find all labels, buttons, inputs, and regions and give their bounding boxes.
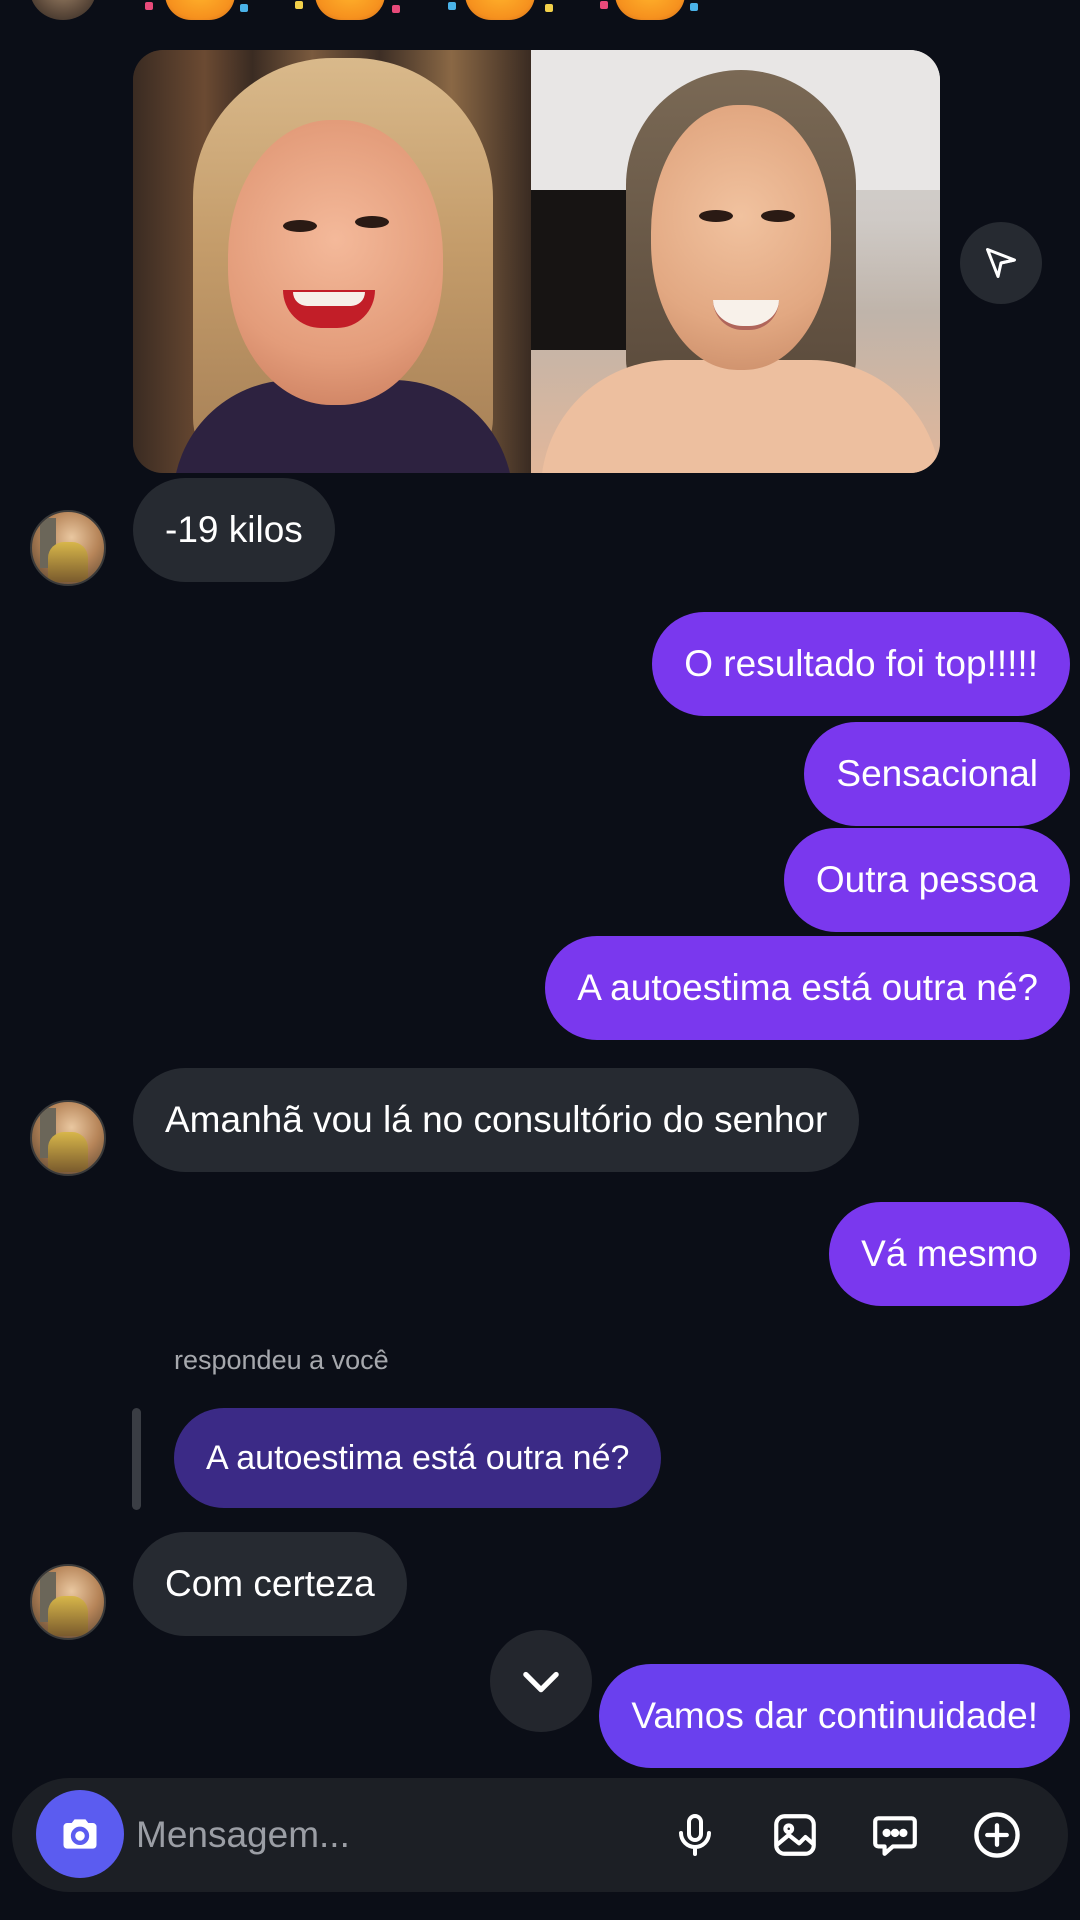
after-photo [531, 50, 940, 473]
gallery-button[interactable] [760, 1800, 830, 1870]
share-button[interactable] [960, 222, 1042, 304]
outgoing-message: Vamos dar continuidade! [599, 1664, 1070, 1768]
confetti [545, 4, 553, 12]
outgoing-message: A autoestima está outra né? [545, 936, 1070, 1040]
camera-icon [63, 1819, 97, 1849]
reply-quote-bar [132, 1408, 141, 1510]
outgoing-message: O resultado foi top!!!!! [652, 612, 1070, 716]
gallery-icon [774, 1814, 816, 1856]
chevron-down-icon [523, 1671, 559, 1693]
confetti [690, 3, 698, 11]
emoji [315, 0, 385, 20]
scroll-to-bottom-button[interactable] [490, 1630, 592, 1732]
incoming-message: -19 kilos [133, 478, 335, 582]
camera-button[interactable] [36, 1790, 124, 1878]
confetti [448, 2, 456, 10]
avatar[interactable] [30, 0, 96, 20]
emoji [615, 0, 685, 20]
message-input[interactable] [134, 1804, 658, 1866]
confetti [145, 2, 153, 10]
outgoing-message: Outra pessoa [783, 828, 1070, 932]
sticker-icon [873, 1816, 917, 1856]
microphone-icon [679, 1814, 711, 1856]
incoming-message: Amanhã vou lá no consultório do senhor [133, 1068, 860, 1172]
reply-label: respondeu a você [174, 1345, 389, 1375]
avatar[interactable] [30, 510, 106, 586]
avatar[interactable] [30, 1100, 106, 1176]
before-after-photo[interactable] [133, 50, 940, 473]
confetti [392, 5, 400, 13]
confetti [240, 4, 248, 12]
avatar[interactable] [30, 1564, 106, 1640]
before-photo [133, 50, 531, 473]
confetti [295, 1, 303, 9]
voice-message-button[interactable] [660, 1800, 730, 1870]
send-icon [986, 248, 1016, 278]
more-options-button[interactable] [962, 1800, 1032, 1870]
outgoing-message: Vá mesmo [829, 1202, 1070, 1306]
plus-icon [974, 1812, 1020, 1858]
outgoing-message: Sensacional [804, 722, 1070, 826]
emoji [465, 0, 535, 20]
incoming-message: Com certeza [133, 1532, 407, 1636]
emoji [165, 0, 235, 20]
confetti [600, 1, 608, 9]
message-composer [12, 1778, 1068, 1892]
quoted-message[interactable]: A autoestima está outra né? [174, 1408, 662, 1508]
sticker-button[interactable] [860, 1800, 930, 1870]
